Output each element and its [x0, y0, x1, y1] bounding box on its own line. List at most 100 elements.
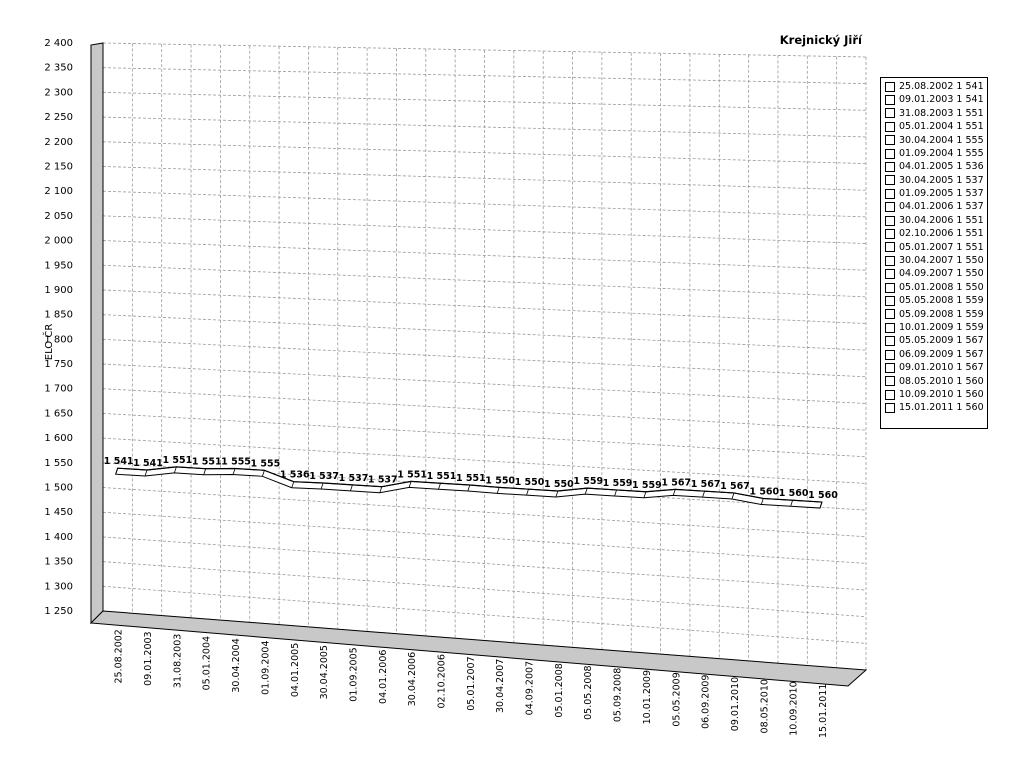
- legend-label: 05.01.2008 1 550: [899, 281, 984, 293]
- legend-label: 06.09.2009 1 567: [899, 348, 984, 360]
- x-tick-label: 06.09.2009: [701, 675, 712, 729]
- y-tick-label: 2 350: [44, 63, 73, 74]
- data-label: 1 537: [309, 471, 339, 482]
- chart-title: Krejnický Jiří: [780, 33, 863, 47]
- legend-swatch: [885, 135, 895, 146]
- data-label: 1 567: [661, 477, 691, 488]
- legend-label: 09.01.2010 1 567: [899, 362, 984, 374]
- legend-item: 31.08.2003 1 551: [885, 107, 987, 120]
- data-label: 1 541: [104, 456, 134, 467]
- x-tick-label: 15.01.2011: [818, 684, 829, 738]
- x-tick-label: 01.09.2004: [260, 640, 271, 694]
- x-tick-label: 30.04.2004: [231, 638, 242, 692]
- data-label: 1 551: [192, 457, 222, 468]
- y-tick-label: 1 250: [44, 606, 73, 617]
- data-label: 1 551: [427, 471, 457, 482]
- legend-item: 05.01.2004 1 551: [885, 120, 987, 133]
- legend-item: 05.09.2008 1 559: [885, 308, 987, 321]
- legend-swatch: [885, 188, 895, 199]
- data-label: 1 537: [339, 473, 369, 484]
- legend-item: 01.09.2004 1 555: [885, 147, 987, 160]
- y-tick-label: 1 850: [44, 310, 73, 321]
- legend-label: 05.05.2009 1 567: [899, 335, 984, 347]
- x-tick-label: 02.10.2006: [436, 654, 447, 708]
- data-label: 1 541: [133, 458, 163, 469]
- legend-swatch: [885, 403, 895, 414]
- legend-label: 01.09.2005 1 537: [899, 188, 984, 200]
- y-axis-label: ELO ČR: [42, 324, 55, 361]
- legend-label: 04.01.2006 1 537: [899, 201, 984, 213]
- legend-item: 06.09.2009 1 567: [885, 348, 987, 361]
- legend-swatch: [885, 148, 895, 159]
- data-label: 1 550: [544, 479, 574, 490]
- legend-label: 04.01.2005 1 536: [899, 161, 984, 173]
- y-gridline: [102, 585, 867, 644]
- y-tick-label: 2 100: [44, 186, 73, 197]
- data-label: 1 537: [368, 475, 398, 486]
- x-tick-label: 04.01.2006: [378, 650, 389, 704]
- data-label: 1 550: [515, 477, 545, 488]
- y-tick-label: 2 400: [44, 38, 73, 49]
- legend-item: 04.09.2007 1 550: [885, 267, 987, 280]
- legend-swatch: [885, 121, 895, 132]
- legend-label: 04.09.2007 1 550: [899, 268, 984, 280]
- legend-label: 10.09.2010 1 560: [899, 388, 984, 400]
- chart: 2 400 2 350 2 300 2 250 2 200 2 150 2 100 2 050…: [42, 33, 868, 738]
- y-tick-label: 1 500: [44, 483, 73, 494]
- legend-label: 01.09.2004 1 555: [899, 147, 984, 159]
- y-tick-label: 1 700: [44, 384, 73, 395]
- legend-swatch: [885, 255, 895, 266]
- y-tick-label: 1 300: [44, 581, 73, 592]
- y-tick-label: 1 400: [44, 532, 73, 543]
- data-label: 1 551: [397, 469, 427, 480]
- x-tick-label: 10.01.2009: [642, 670, 653, 724]
- data-label: 1 559: [603, 478, 633, 489]
- legend-swatch: [885, 215, 895, 226]
- y-tick-label: 1 650: [44, 408, 73, 419]
- legend-label: 15.01.2011 1 560: [899, 402, 984, 414]
- legend-item: 30.04.2005 1 537: [885, 174, 987, 187]
- left-wall: [90, 42, 104, 625]
- data-label: 1 560: [808, 490, 838, 501]
- legend-label: 10.01.2009 1 559: [899, 321, 984, 333]
- legend-swatch: [885, 349, 895, 360]
- x-tick-label: 04.01.2005: [290, 643, 301, 697]
- legend-swatch: [885, 309, 895, 320]
- x-tick-label: 25.08.2002: [114, 629, 125, 683]
- legend-item: 15.01.2011 1 560: [885, 401, 987, 414]
- x-tick-label: 30.04.2006: [407, 652, 418, 706]
- legend-item: 05.05.2009 1 567: [885, 334, 987, 347]
- data-label: 1 560: [749, 486, 779, 497]
- legend-swatch: [885, 336, 895, 347]
- x-tick-label: 09.01.2003: [143, 631, 154, 685]
- data-label: 1 567: [720, 481, 750, 492]
- x-tick-label: 31.08.2003: [172, 634, 183, 688]
- legend-item: 30.04.2006 1 551: [885, 214, 987, 227]
- data-label: 1 551: [456, 473, 486, 484]
- legend-label: 08.05.2010 1 560: [899, 375, 984, 387]
- legend-swatch: [885, 162, 895, 173]
- legend-swatch: [885, 282, 895, 293]
- y-gridline: [102, 388, 867, 431]
- legend-label: 05.01.2004 1 551: [899, 121, 984, 133]
- data-label: 1 551: [162, 455, 192, 466]
- legend-swatch: [885, 269, 895, 280]
- legend-item: 05.01.2008 1 550: [885, 281, 987, 294]
- legend-item: 30.04.2004 1 555: [885, 134, 987, 147]
- x-tick-label: 05.01.2004: [202, 636, 213, 690]
- y-gridline: [102, 561, 867, 618]
- legend-label: 25.08.2002 1 541: [899, 80, 984, 92]
- legend-item: 09.01.2010 1 567: [885, 361, 987, 374]
- legend-swatch: [885, 362, 895, 373]
- legend-swatch: [885, 95, 895, 106]
- x-tick-label: 10.09.2010: [789, 681, 800, 735]
- legend-label: 02.10.2006 1 551: [899, 228, 984, 240]
- data-label: 1 555: [221, 457, 251, 468]
- y-tick-label: 2 050: [44, 211, 73, 222]
- legend-label: 30.04.2004 1 555: [899, 134, 984, 146]
- legend-item: 09.01.2003 1 541: [885, 93, 987, 106]
- legend-item: 02.10.2006 1 551: [885, 227, 987, 240]
- legend-item: 05.05.2008 1 559: [885, 294, 987, 307]
- legend-label: 09.01.2003 1 541: [899, 94, 984, 106]
- x-tick-label: 05.01.2008: [554, 663, 565, 717]
